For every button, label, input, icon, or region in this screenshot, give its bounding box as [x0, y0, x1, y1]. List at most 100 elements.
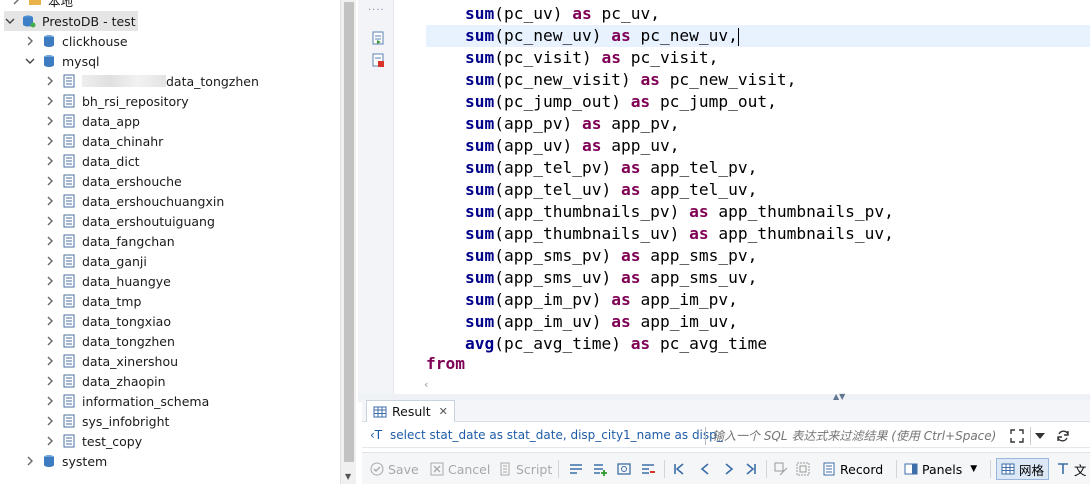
- tree-item-local[interactable]: 本地: [10, 0, 73, 10]
- copy-row-icon[interactable]: [616, 458, 632, 480]
- text-caret: [737, 27, 739, 46]
- chevron-right-icon[interactable]: [44, 155, 56, 167]
- code-line-from[interactable]: from: [426, 353, 465, 375]
- chevron-down-icon[interactable]: ▼: [970, 464, 977, 474]
- tree-item-catalog-system[interactable]: system: [24, 451, 107, 471]
- code-line[interactable]: sum(app_sms_uv) as app_sms_uv,: [426, 267, 757, 289]
- delete-row-icon[interactable]: [640, 458, 656, 480]
- code-line[interactable]: sum(app_sms_pv) as app_sms_pv,: [426, 245, 757, 267]
- code-line[interactable]: sum(app_thumbnails_uv) as app_thumbnails…: [426, 223, 894, 245]
- chevron-right-icon[interactable]: [44, 295, 56, 307]
- tree-item-schema[interactable]: data_app: [44, 111, 140, 131]
- code-line[interactable]: avg(pc_avg_time) as pc_avg_time: [426, 333, 767, 355]
- tab-result[interactable]: Result ✕: [366, 400, 455, 422]
- chevron-right-icon[interactable]: [44, 255, 56, 267]
- tree-item-schema[interactable]: test_copy: [44, 431, 142, 451]
- tree-item-schema[interactable]: data_tongzhen: [44, 71, 259, 91]
- tree-item-connection[interactable]: PrestoDB - test: [4, 11, 138, 31]
- record-button[interactable]: Record: [822, 458, 883, 480]
- code-line[interactable]: sum(app_uv) as app_uv,: [426, 135, 679, 157]
- chevron-right-icon[interactable]: [24, 35, 36, 47]
- chevron-right-icon[interactable]: [44, 115, 56, 127]
- add-row-icon[interactable]: [592, 458, 608, 480]
- edit-cell-icon[interactable]: [568, 458, 584, 480]
- tree-item-schema[interactable]: data_huangye: [44, 271, 171, 291]
- tree-item-schema[interactable]: bh_rsi_repository: [44, 91, 189, 111]
- chevron-right-icon[interactable]: [44, 135, 56, 147]
- next-page-icon[interactable]: [722, 458, 736, 480]
- tree-item-schema[interactable]: data_fangchan: [44, 231, 175, 251]
- tree-item-schema[interactable]: information_schema: [44, 391, 209, 411]
- code-line[interactable]: sum(pc_uv) as pc_uv,: [426, 3, 660, 25]
- chevron-right-icon[interactable]: [44, 235, 56, 247]
- query-text-link[interactable]: select stat_date as stat_date, disp_city…: [390, 428, 723, 442]
- tree-item-schema[interactable]: data_tmp: [44, 291, 141, 311]
- fetch-all-icon[interactable]: [796, 458, 810, 480]
- tree-item-schema[interactable]: data_ershoutuiguang: [44, 211, 215, 231]
- previous-page-icon[interactable]: [698, 458, 712, 480]
- tree-item-schema[interactable]: data_ershouchuangxin: [44, 191, 224, 211]
- tree-item-catalog-clickhouse[interactable]: clickhouse: [24, 31, 128, 51]
- chevron-right-icon[interactable]: [24, 455, 36, 467]
- tree-item-schema[interactable]: sys_infobright: [44, 411, 169, 431]
- tree-item-schema[interactable]: data_xinershou: [44, 351, 178, 371]
- chevron-right-icon[interactable]: [10, 0, 22, 6]
- chevron-down-icon[interactable]: [4, 15, 16, 27]
- tree-item-schema[interactable]: data_tongzhen: [44, 331, 175, 351]
- editor-horizontal-scrollbar[interactable]: ‹: [394, 378, 1090, 394]
- scroll-left-icon[interactable]: ‹: [424, 378, 428, 391]
- chevron-right-icon[interactable]: [44, 395, 56, 407]
- scroll-down-icon[interactable]: ▼: [345, 472, 351, 481]
- chevron-down-icon[interactable]: [24, 55, 36, 67]
- chevron-right-icon[interactable]: [44, 435, 56, 447]
- panels-button[interactable]: Panels ▼: [904, 458, 977, 480]
- tree-item-schema[interactable]: data_ganji: [44, 251, 147, 271]
- tree-item-catalog-mysql[interactable]: mysql: [24, 51, 100, 71]
- execute-statement-icon[interactable]: [371, 30, 385, 49]
- grid-view-button[interactable]: 网格: [996, 458, 1050, 480]
- chevron-right-icon[interactable]: [44, 315, 56, 327]
- cancel-button[interactable]: Cancel: [430, 458, 490, 480]
- tree-item-schema[interactable]: data_chinahr: [44, 131, 163, 151]
- expand-icon[interactable]: [1008, 427, 1026, 445]
- script-button[interactable]: Script: [498, 458, 552, 480]
- fetch-next-icon[interactable]: [774, 458, 788, 480]
- column-alias: app_im_pv: [640, 290, 729, 309]
- refresh-icon[interactable]: [1054, 427, 1072, 445]
- tree-item-schema[interactable]: data_tongxiao: [44, 311, 171, 331]
- last-page-icon[interactable]: [744, 458, 758, 480]
- code-line[interactable]: sum(app_pv) as app_pv,: [426, 113, 679, 135]
- navigator-scrollbar[interactable]: ▼: [340, 0, 356, 484]
- code-line[interactable]: sum(app_tel_pv) as app_tel_pv,: [426, 157, 757, 179]
- close-icon[interactable]: ✕: [439, 405, 448, 418]
- chevron-right-icon[interactable]: [44, 195, 56, 207]
- chevron-right-icon[interactable]: [44, 215, 56, 227]
- tree-item-schema[interactable]: data_zhaopin: [44, 371, 166, 391]
- first-page-icon[interactable]: [672, 458, 686, 480]
- scrollbar-thumb[interactable]: [344, 2, 354, 462]
- chevron-right-icon[interactable]: [44, 335, 56, 347]
- sql-editor[interactable]: sum(pc_uv) as pc_uv, sum(pc_new_uv) as p…: [394, 0, 1090, 394]
- chevron-right-icon[interactable]: [44, 355, 56, 367]
- filter-history-dropdown[interactable]: [1030, 427, 1048, 445]
- tree-item-schema[interactable]: data_ershouche: [44, 171, 182, 191]
- code-line[interactable]: sum(app_tel_uv) as app_tel_uv,: [426, 179, 757, 201]
- code-line[interactable]: sum(pc_jump_out) as pc_jump_out,: [426, 91, 777, 113]
- code-line[interactable]: sum(pc_new_visit) as pc_new_visit,: [426, 69, 796, 91]
- code-line[interactable]: sum(app_thumbnails_pv) as app_thumbnails…: [426, 201, 894, 223]
- chevron-right-icon[interactable]: [44, 95, 56, 107]
- code-line[interactable]: sum(app_im_pv) as app_im_pv,: [426, 289, 738, 311]
- chevron-right-icon[interactable]: [44, 175, 56, 187]
- save-button[interactable]: Save: [370, 458, 419, 480]
- text-view-button[interactable]: 文: [1056, 458, 1087, 480]
- code-line[interactable]: sum(pc_new_uv) as pc_new_uv,: [426, 25, 1090, 47]
- chevron-right-icon[interactable]: [44, 275, 56, 287]
- code-line[interactable]: sum(pc_visit) as pc_visit,: [426, 47, 718, 69]
- chevron-right-icon[interactable]: [44, 75, 56, 87]
- tree-item-schema[interactable]: data_dict: [44, 151, 140, 171]
- chevron-right-icon[interactable]: [44, 375, 56, 387]
- script-error-icon[interactable]: [371, 52, 385, 71]
- code-line[interactable]: sum(app_im_uv) as app_im_uv,: [426, 311, 738, 333]
- filter-input[interactable]: [712, 427, 1002, 445]
- chevron-right-icon[interactable]: [44, 415, 56, 427]
